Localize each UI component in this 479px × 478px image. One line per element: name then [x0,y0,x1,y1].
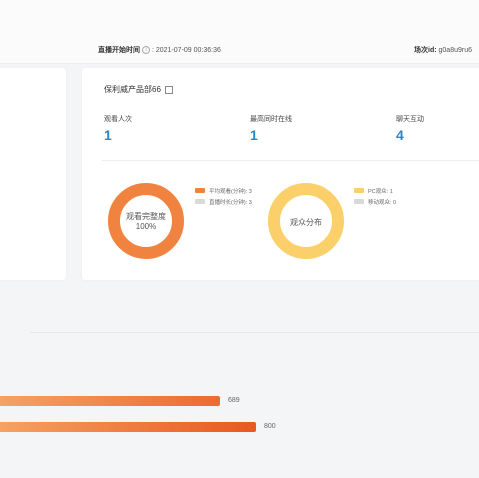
session-id-value: g0a8u9ru6 [438,47,472,54]
legend-item[interactable]: 移动观众: 0 [354,196,396,207]
bar [0,396,220,406]
completion-legend: 平均观看(分钟): 3 直播时长(分钟): 3 [195,185,252,207]
legend-item[interactable]: 平均观看(分钟): 3 [195,185,252,196]
legend-label: PC观众: 1 [368,188,393,195]
room-title-text: 保利威产品部66 [104,85,161,94]
info-icon[interactable]: i [142,46,150,55]
overview-card: 保利威产品部66 观看人次 1 最高同时在线 1 聊天互动 4 观看完整度 10… [82,68,479,280]
stat-label: 观看人次 [104,116,132,123]
stat-views: 观看人次 1 [104,114,132,143]
stats-divider [102,160,479,161]
start-time: 直播开始时间 i: 2021-07-09 00:36:36 [98,45,221,55]
session-id: 场次id: g0a8u9ru6 [414,45,472,55]
session-id-label: 场次id: [414,47,437,54]
start-time-label: 直播开始时间 [98,47,140,54]
completion-donut: 观看完整度 100% [108,183,184,259]
legend-label: 移动观众: 0 [368,199,397,206]
legend-item[interactable]: 直播时长(分钟): 3 [195,196,252,207]
legend-swatch [195,188,205,193]
legend-swatch [354,199,364,204]
audience-legend: PC观众: 1 移动观众: 0 [354,185,396,207]
completion-center-label: 观看完整度 [126,211,166,221]
left-panel-card [0,68,66,280]
legend-item[interactable]: PC观众: 1 [354,185,396,196]
stat-value: 4 [396,127,404,143]
legend-label: 直播时长(分钟): 3 [209,199,252,206]
audience-donut: 观众分布 [268,183,344,259]
edit-icon[interactable] [164,85,173,94]
bar-value: 689 [228,397,240,404]
stat-value: 1 [104,127,112,143]
legend-label: 平均观看(分钟): 3 [209,188,252,195]
section-divider [30,332,479,333]
room-title: 保利威产品部66 [104,84,173,95]
legend-swatch [195,199,205,204]
stat-chat: 聊天互动 4 [396,114,424,143]
stat-label: 聊天互动 [396,116,424,123]
audience-center-label: 观众分布 [290,217,322,227]
start-time-value: : 2021-07-09 00:36:36 [152,47,221,54]
completion-ring [108,183,184,259]
top-bar: 直播开始时间 i: 2021-07-09 00:36:36 场次id: g0a8u… [0,0,479,64]
stat-label: 最高同时在线 [250,116,292,123]
bar [0,422,256,432]
legend-swatch [354,188,364,193]
stat-value: 1 [250,127,258,143]
completion-center-value: 100% [136,222,156,231]
bar-value: 800 [264,423,276,430]
stat-peak-online: 最高同时在线 1 [250,114,292,143]
